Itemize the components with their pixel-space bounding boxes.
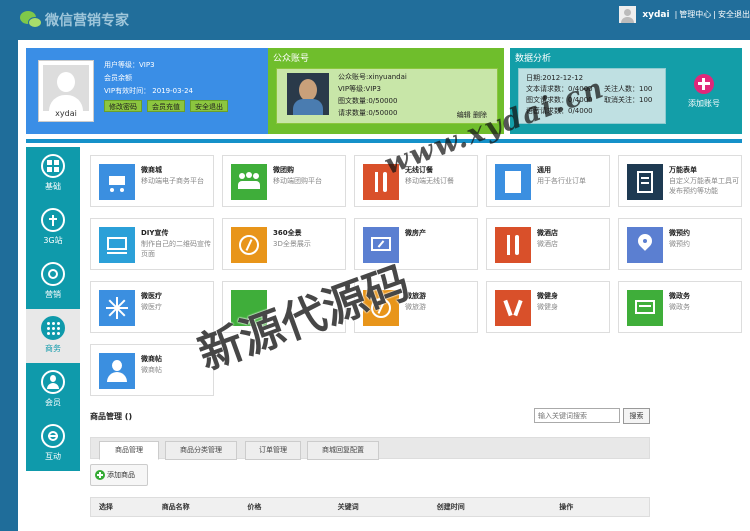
- tile-universal-form[interactable]: 万能表单 自定义万能表单工具可发布预约等功能: [618, 155, 742, 207]
- wechat-logo-icon: [20, 11, 42, 29]
- tile-diy-promo[interactable]: DIY宣传 制作自己的二维码宣传页面: [90, 218, 214, 270]
- compass-icon: [231, 227, 267, 263]
- top-bar: 微信营销专家 xydai | 管理中心 | 安全退出: [0, 0, 750, 40]
- refresh-icon: [41, 262, 65, 286]
- add-account-button[interactable]: 添加账号: [676, 74, 732, 109]
- col-created: 创建时间: [436, 503, 465, 511]
- product-tabs: 商品管理 商品分类管理 订单管理 商城回复配置: [90, 437, 650, 460]
- user-level: 用户等级：VIP3: [104, 61, 155, 69]
- account-panel-title: 公众账号: [273, 54, 310, 64]
- account-name: 公众账号:xinyuandai: [338, 73, 407, 81]
- add-product-button[interactable]: 添加商品: [90, 464, 148, 486]
- logo: 微信营销专家: [20, 10, 129, 30]
- user-panel: xydai 用户等级：VIP3 会员余额 VIP有效时间： 2019-03-24…: [26, 48, 274, 134]
- tab-reply-config[interactable]: 商城回复配置: [307, 441, 379, 460]
- logout-button[interactable]: 安全退出: [190, 100, 228, 112]
- plus-icon: [95, 470, 105, 480]
- side-nav: 基础 3G站 营销 商务 会员 互动: [26, 147, 80, 471]
- document-icon: [495, 164, 531, 200]
- tile-micro-mall[interactable]: 微商城 移动端电子商务平台: [90, 155, 214, 207]
- nav-item-basic[interactable]: 基础: [26, 147, 80, 201]
- account-card: 公众账号:xinyuandai VIP等级:VIP3 图文数量:0/50000 …: [276, 68, 498, 124]
- tile-general-order[interactable]: 通用 用于各行业订单: [486, 155, 610, 207]
- col-select: 选择: [98, 503, 113, 511]
- tile-booking[interactable]: 微预约 微预约: [618, 218, 742, 270]
- col-name: 商品名称: [161, 503, 190, 511]
- col-price: 价格: [247, 503, 262, 511]
- col-actions: 操作: [559, 503, 574, 511]
- admin-center-link[interactable]: 管理中心: [679, 9, 711, 20]
- nav-item-marketing[interactable]: 营销: [26, 255, 80, 309]
- form-icon: [627, 164, 663, 200]
- user-icon: [99, 353, 135, 389]
- plus-icon: [694, 74, 714, 94]
- ie-icon: [41, 424, 65, 448]
- username: xydai: [642, 9, 670, 20]
- map-pin-icon: [627, 227, 663, 263]
- search-input[interactable]: [534, 408, 620, 423]
- nav-item-3g[interactable]: 3G站: [26, 201, 80, 255]
- account-request-count: 请求数量:0/50000: [338, 109, 398, 117]
- tile-360-panorama[interactable]: 360全景 3D全景展示: [222, 218, 346, 270]
- grid-icon: [41, 154, 65, 178]
- user-photo: xydai: [38, 60, 94, 122]
- tile-merchant-post[interactable]: 微商帖 微商帖: [90, 344, 214, 396]
- tab-order-management[interactable]: 订单管理: [245, 441, 301, 460]
- screen-icon: [627, 290, 663, 326]
- vip-expire: VIP有效时间： 2019-03-24: [104, 87, 193, 95]
- avatar-icon: [43, 65, 89, 111]
- account-vip: VIP等级:VIP3: [338, 85, 381, 93]
- data-panel-title: 数据分析: [515, 54, 552, 64]
- user-name: xydai: [55, 109, 77, 118]
- tab-product-management[interactable]: 商品管理: [99, 441, 159, 460]
- v-logo-icon: [495, 290, 531, 326]
- tile-fitness[interactable]: 微健身 微健身: [486, 281, 610, 333]
- nav-item-member[interactable]: 会员: [26, 363, 80, 417]
- account-avatar: [287, 73, 329, 115]
- fork-knife-icon: [495, 227, 531, 263]
- member-balance: 会员余额: [104, 74, 132, 82]
- user-menu: xydai | 管理中心 | 安全退出: [619, 6, 750, 23]
- group-icon: [231, 164, 267, 200]
- avatar-icon[interactable]: [619, 6, 637, 23]
- user-icon: [41, 370, 65, 394]
- recharge-button[interactable]: 会员充值: [147, 100, 185, 112]
- col-keyword: 关键词: [337, 503, 359, 511]
- section-title: 商品管理 (): [90, 412, 133, 421]
- snowflake-icon: [99, 290, 135, 326]
- easel-icon: [99, 227, 135, 263]
- cart-icon: [99, 164, 135, 200]
- account-img-count: 图文数量:0/50000: [338, 97, 398, 105]
- nav-item-business[interactable]: 商务: [26, 309, 80, 363]
- tile-hotel[interactable]: 微酒店 微酒店: [486, 218, 610, 270]
- tile-government[interactable]: 微政务 微政务: [618, 281, 742, 333]
- logo-text: 微信营销专家: [45, 13, 129, 29]
- signal-icon: [41, 208, 65, 232]
- tile-group-buy[interactable]: 微团购 移动端团购平台: [222, 155, 346, 207]
- logout-link[interactable]: 安全退出: [718, 9, 750, 20]
- divider: [26, 139, 742, 143]
- search-button[interactable]: 搜索: [623, 408, 650, 424]
- dots-grid-icon: [41, 316, 65, 340]
- user-info: 用户等级：VIP3 会员余额 VIP有效时间： 2019-03-24 修改密码 …: [104, 59, 233, 112]
- change-password-button[interactable]: 修改密码: [104, 100, 142, 112]
- table-header: 选择 商品名称 价格 关键词 创建时间 操作: [90, 497, 650, 517]
- tab-category-management[interactable]: 商品分类管理: [165, 441, 237, 460]
- nav-item-interact[interactable]: 互动: [26, 417, 80, 471]
